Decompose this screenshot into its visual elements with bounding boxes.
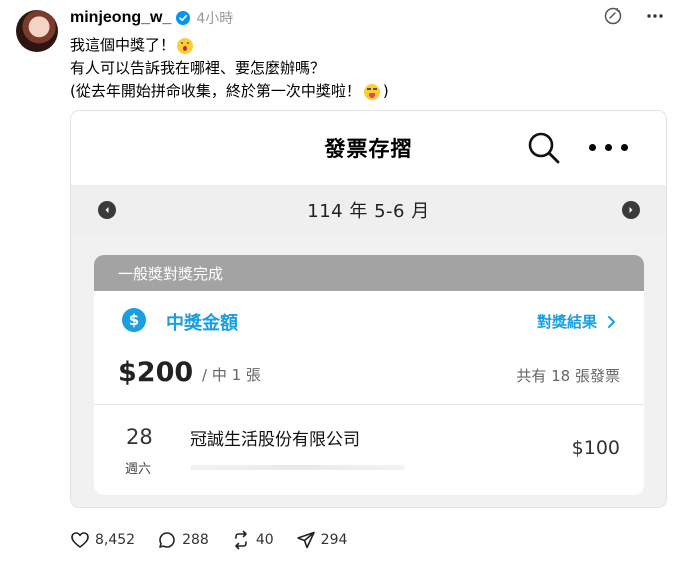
prize-label: 中獎金額 — [166, 313, 238, 334]
comment-icon — [159, 532, 175, 548]
period-label: 114 年 5-6 月 — [307, 201, 430, 222]
post-text-line-3-end: ) — [382, 82, 389, 100]
post-header: minjeong_w_ 4小時 — [70, 8, 233, 28]
username[interactable]: minjeong_w_ — [70, 9, 171, 27]
dollar-icon: $ — [122, 308, 146, 332]
chevron-right-icon — [608, 315, 616, 328]
like-button[interactable]: 8,452 — [70, 530, 135, 550]
app-title: 發票存摺 — [324, 137, 413, 161]
heart-icon — [71, 532, 89, 548]
invoice-amount: $100 — [571, 437, 620, 459]
prize-count: / 中 1 張 — [202, 366, 261, 384]
post-text-line-2: 有人可以告訴我在哪裡、要怎麼辦嗎？ — [70, 59, 326, 77]
invoice-row: 28 週六 冠誠生活股份有限公司 $100 — [94, 405, 644, 495]
avatar[interactable] — [16, 10, 58, 52]
post-time: 4小時 — [196, 11, 234, 27]
app-body: 114 年 5-6 月 一般獎對獎完成 $ 中獎金額 對獎結果 $200 / 中… — [71, 185, 666, 507]
repost-button[interactable]: 40 — [231, 530, 274, 550]
post-actions: 8,452 288 40 294 — [70, 530, 369, 550]
repost-count: 40 — [255, 532, 274, 548]
post-line: 有人可以告訴我在哪裡、要怎麼辦嗎？ — [70, 57, 389, 80]
share-icon — [296, 531, 315, 549]
post-line: (從去年開始拼命收集，終於第一次中獎啦！ ) — [70, 80, 389, 103]
verified-icon — [176, 11, 191, 25]
post-line: 我這個中獎了！ — [70, 34, 389, 57]
app-more-icon — [589, 144, 628, 151]
shocked-emoji-icon — [177, 37, 194, 54]
search-icon — [528, 132, 560, 164]
merchant-name: 冠誠生活股份有限公司 — [190, 430, 360, 450]
post-text-line-3: (從去年開始拼命收集，終於第一次中獎啦！ — [70, 82, 361, 100]
like-count: 8,452 — [95, 532, 136, 548]
more-icon[interactable] — [645, 6, 665, 26]
prev-period-icon — [98, 201, 116, 219]
post-text: 我這個中獎了！ 有人可以告訴我在哪裡、要怎麼辦嗎？ (從去年開始拼命收集，終於第… — [70, 34, 389, 103]
prize-result-card: 一般獎對獎完成 $ 中獎金額 對獎結果 $200 / 中 1 張 共有 18 張… — [94, 255, 644, 495]
threads-post: minjeong_w_ 4小時 我這個中獎了！ 有人可以告訴我在哪裡、要怎麼辦嗎… — [0, 0, 679, 565]
repost-icon — [235, 530, 247, 550]
invoice-total: 共有 18 張發票 — [516, 367, 620, 385]
post-top-actions — [603, 6, 665, 26]
attached-screenshot[interactable]: 發票存摺 114 年 5-6 月 一般獎對獎完成 $ 中獎金額 對獎結果 $20… — [70, 110, 667, 508]
ai-info-icon[interactable] — [603, 6, 623, 26]
period-bar: 114 年 5-6 月 — [71, 185, 666, 235]
redacted-line — [190, 465, 405, 470]
amount-row: $200 / 中 1 張 共有 18 張發票 — [94, 351, 644, 401]
result-link: 對獎結果 — [537, 311, 616, 332]
invoice-weekday: 週六 — [125, 462, 152, 477]
comment-button[interactable]: 288 — [157, 530, 209, 550]
result-header: 一般獎對獎完成 — [94, 255, 644, 291]
next-period-icon — [622, 201, 640, 219]
share-count: 294 — [320, 532, 348, 548]
post-text-line-1: 我這個中獎了！ — [70, 36, 176, 54]
comment-count: 288 — [182, 532, 209, 548]
prize-amount: $200 — [118, 357, 194, 388]
tongue-emoji-icon — [363, 83, 380, 100]
result-link-label: 對獎結果 — [536, 313, 597, 331]
prize-row: $ 中獎金額 對獎結果 — [94, 291, 644, 351]
app-header: 發票存摺 — [71, 111, 666, 185]
invoice-day: 28 — [126, 425, 153, 449]
share-button[interactable]: 294 — [296, 530, 348, 550]
